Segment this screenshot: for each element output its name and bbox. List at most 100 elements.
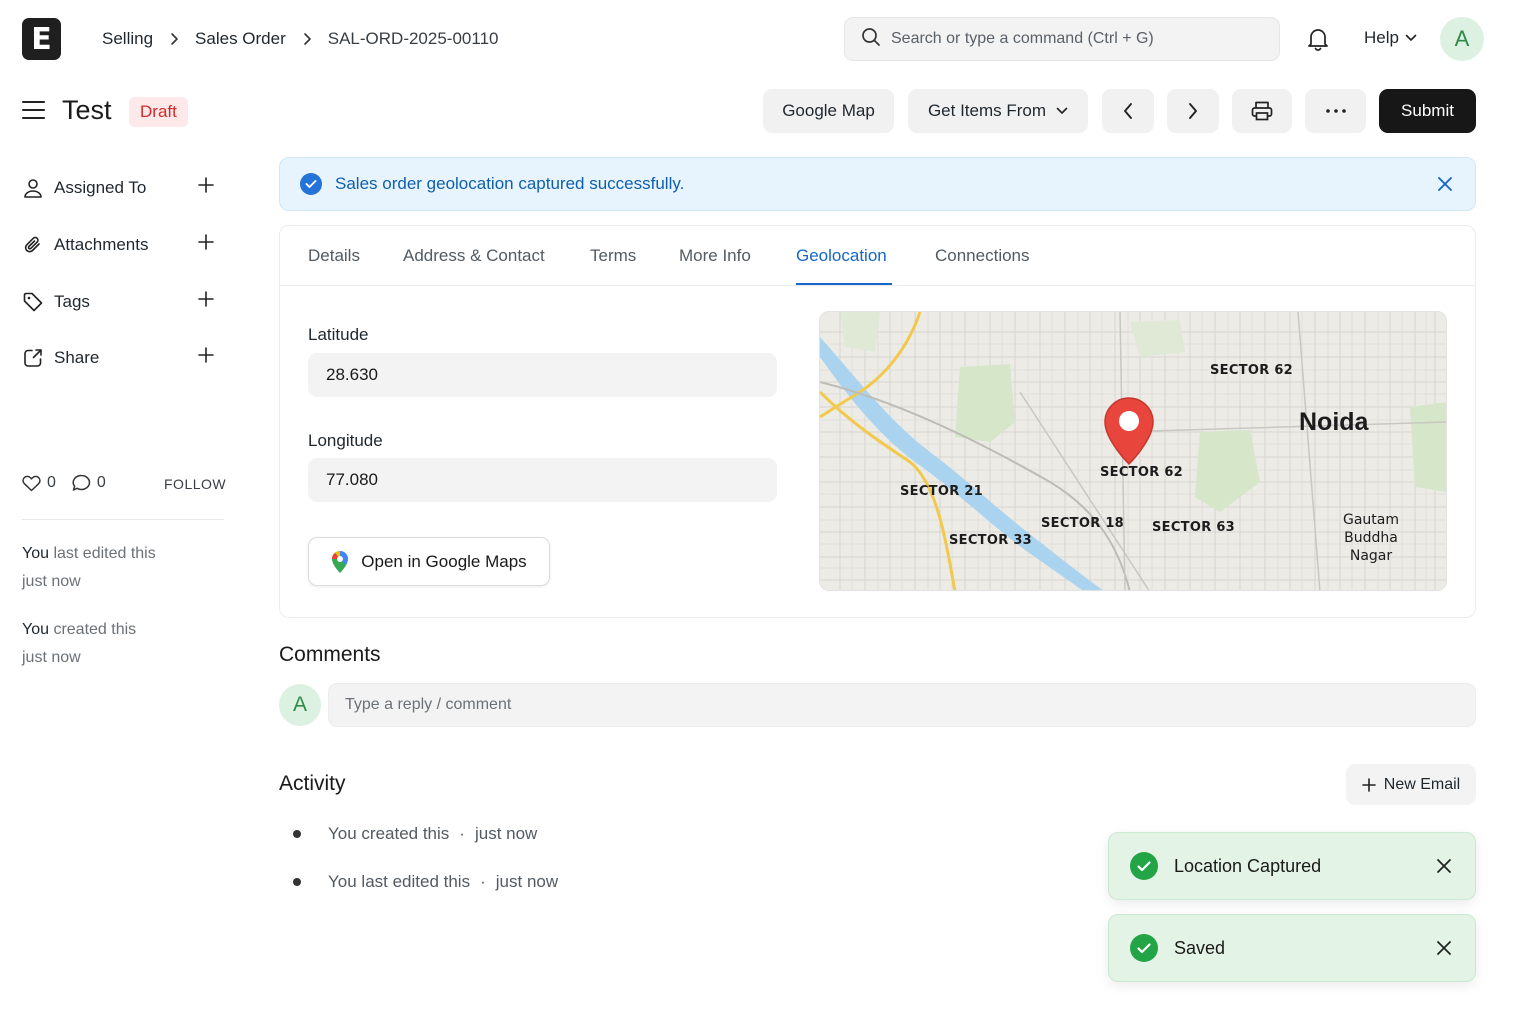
breadcrumb-sales-order[interactable]: Sales Order	[195, 29, 286, 49]
hamburger-icon[interactable]	[22, 100, 45, 120]
comments-title: Comments	[279, 643, 381, 666]
activity-time: just now	[495, 872, 559, 891]
comment-count: 0	[96, 474, 106, 491]
editor-name[interactable]: You	[22, 545, 49, 562]
comment-input[interactable]: Type a reply / comment	[328, 683, 1476, 727]
longitude-label: Longitude	[308, 431, 383, 450]
sidebar-divider	[22, 519, 224, 520]
breadcrumb-selling[interactable]: Selling	[102, 29, 153, 49]
latitude-label: Latitude	[308, 325, 369, 344]
toast-saved: Saved	[1108, 914, 1476, 982]
plus-icon[interactable]	[198, 291, 214, 307]
district-line: Nagar	[1349, 548, 1393, 564]
separator-dot: ·	[480, 872, 486, 891]
user-avatar[interactable]: A	[1440, 17, 1484, 61]
district-line: Gautam Buddha	[1342, 512, 1399, 546]
activity-item: You created this · just now	[293, 824, 537, 844]
bullet-icon	[293, 878, 301, 886]
created-time: just now	[22, 649, 81, 666]
created-info: You created this just now	[22, 616, 212, 672]
get-items-from-label: Get Items From	[927, 101, 1047, 120]
check-circle-icon	[1130, 934, 1158, 962]
toast-message: Saved	[1174, 937, 1226, 958]
map-label-sector: SECTOR 62	[1210, 363, 1294, 378]
sidebar-item-label: Tags	[54, 292, 90, 311]
plus-icon[interactable]	[198, 177, 214, 193]
close-icon[interactable]	[1435, 939, 1453, 957]
next-record-button[interactable]	[1167, 89, 1219, 133]
new-email-label: New Email	[1383, 775, 1461, 793]
check-circle-icon	[1130, 852, 1158, 880]
share-icon	[22, 347, 44, 369]
sidebar-item-assigned-to[interactable]: Assigned To	[22, 175, 214, 201]
alert-message: Sales order geolocation captured success…	[335, 174, 685, 193]
printer-icon	[1251, 101, 1273, 121]
submit-button[interactable]: Submit	[1379, 89, 1476, 133]
created-text: created this	[53, 621, 137, 638]
activity-time: just now	[474, 824, 538, 843]
toast-location-captured: Location Captured	[1108, 832, 1476, 900]
status-badge: Draft	[129, 97, 188, 127]
map-label-sector: SECTOR 63	[1152, 520, 1236, 535]
location-map[interactable]: SECTOR 62 Noida SECTOR 62 SECTOR 21 SECT…	[819, 311, 1447, 591]
plus-icon	[1361, 777, 1376, 792]
chevron-down-icon	[1056, 107, 1068, 114]
check-circle-icon	[300, 173, 322, 195]
search-input[interactable]: Search or type a command (Ctrl + G)	[891, 30, 1154, 48]
tab-details[interactable]: Details	[308, 246, 360, 266]
toast-message: Location Captured	[1174, 855, 1322, 876]
heart-icon	[22, 475, 41, 491]
app-logo[interactable]: E	[22, 18, 61, 60]
close-icon[interactable]	[1435, 174, 1455, 194]
creator-name[interactable]: You	[22, 621, 49, 638]
print-button[interactable]	[1232, 89, 1292, 133]
bullet-icon	[293, 830, 301, 838]
activity-title: Activity	[279, 772, 346, 795]
comment-count-button[interactable]: 0	[72, 474, 106, 492]
help-label: Help	[1364, 28, 1399, 47]
location-pin-icon[interactable]	[1103, 396, 1155, 466]
open-maps-label: Open in Google Maps	[361, 551, 527, 571]
like-count: 0	[47, 474, 56, 491]
user-icon	[22, 177, 44, 199]
longitude-input[interactable]: 77.080	[308, 458, 777, 502]
sidebar-item-share[interactable]: Share	[22, 345, 214, 371]
sidebar-item-tags[interactable]: Tags	[22, 289, 214, 315]
chevron-right-icon	[302, 32, 312, 46]
close-icon[interactable]	[1435, 857, 1453, 875]
previous-record-button[interactable]	[1102, 89, 1154, 133]
chevron-down-icon	[1405, 34, 1417, 41]
follow-button[interactable]: FOLLOW	[164, 476, 226, 492]
get-items-from-button[interactable]: Get Items From	[908, 89, 1088, 133]
tab-connections[interactable]: Connections	[935, 246, 1030, 266]
activity-text: You created this	[328, 824, 450, 843]
like-button[interactable]: 0	[22, 474, 56, 492]
help-menu[interactable]: Help	[1364, 28, 1417, 48]
map-label-sector: SECTOR 18	[1041, 516, 1125, 531]
bell-icon[interactable]	[1306, 26, 1330, 52]
engagement-counts: 0 0	[22, 474, 122, 492]
activity-text: You last edited this	[328, 872, 471, 891]
ellipsis-icon	[1325, 109, 1346, 113]
comment-icon	[72, 474, 91, 491]
breadcrumb-current: SAL-ORD-2025-00110	[327, 29, 499, 48]
activity-item: You last edited this · just now	[293, 872, 558, 892]
page-title: Test	[62, 95, 112, 125]
sidebar-item-label: Share	[54, 348, 100, 367]
more-options-button[interactable]	[1305, 89, 1366, 133]
plus-icon[interactable]	[198, 234, 214, 250]
chevron-left-icon	[1124, 103, 1132, 119]
tab-terms[interactable]: Terms	[590, 246, 636, 266]
search-bar[interactable]: Search or type a command (Ctrl + G)	[844, 17, 1280, 61]
open-in-google-maps-button[interactable]: Open in Google Maps	[308, 537, 550, 586]
plus-icon[interactable]	[198, 347, 214, 363]
map-label-city: Noida	[1299, 408, 1369, 436]
chevron-right-icon	[169, 32, 179, 46]
latitude-input[interactable]: 28.630	[308, 353, 777, 397]
google-map-button[interactable]: Google Map	[763, 89, 894, 133]
new-email-button[interactable]: New Email	[1346, 764, 1476, 805]
tab-geolocation[interactable]: Geolocation	[796, 246, 887, 266]
sidebar-item-attachments[interactable]: Attachments	[22, 232, 214, 258]
tab-address-contact[interactable]: Address & Contact	[403, 246, 545, 266]
tab-more-info[interactable]: More Info	[679, 246, 751, 266]
